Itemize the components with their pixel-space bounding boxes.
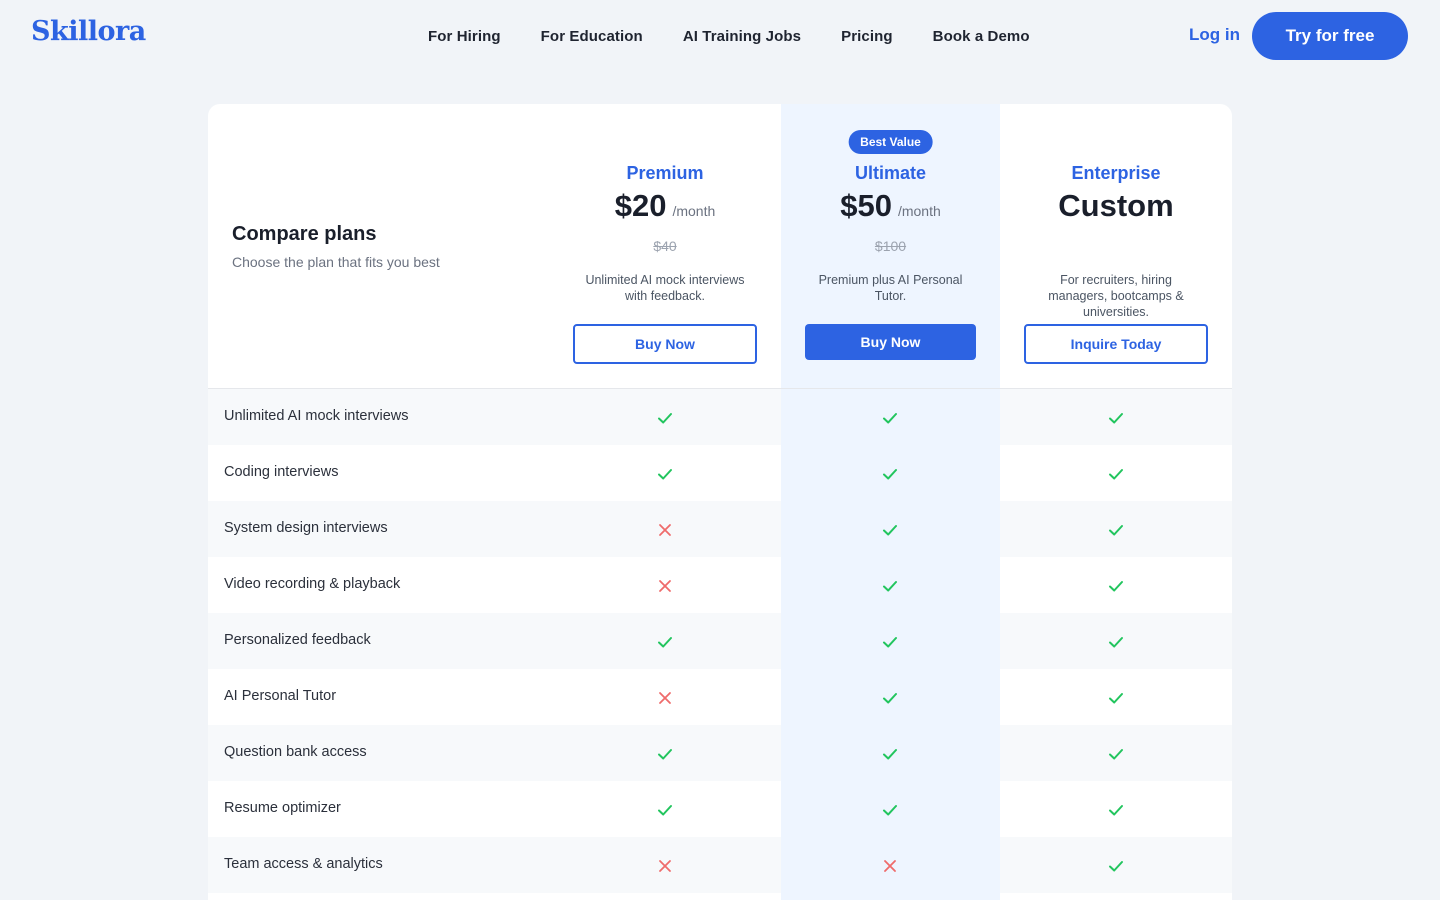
feature-label: Coding interviews xyxy=(224,464,339,480)
try-for-free-button[interactable]: Try for free xyxy=(1252,12,1408,60)
plan-price: $50 xyxy=(840,188,892,223)
nav-for-hiring[interactable]: For Hiring xyxy=(428,28,501,45)
pricing-comparison-card: Compare plans Choose the plan that fits … xyxy=(208,104,1232,900)
check-icon xyxy=(1107,801,1125,819)
old-price: $100 xyxy=(874,238,907,254)
x-icon xyxy=(656,689,674,707)
table-row: Coding interviews xyxy=(208,445,1232,501)
feature-label: Video recording & playback xyxy=(224,576,401,592)
table-row: System design interviews xyxy=(208,501,1232,557)
feature-label: Question bank access xyxy=(224,744,367,760)
table-row: AI Personal Tutor xyxy=(208,669,1232,725)
check-icon xyxy=(1107,745,1125,763)
check-icon xyxy=(881,409,899,427)
old-price: $40 xyxy=(653,238,677,254)
plan-ultimate: Best Value Ultimate $50 /month $100 Prem… xyxy=(805,104,976,389)
check-icon xyxy=(1107,689,1125,707)
check-icon xyxy=(881,745,899,763)
feature-label: Unlimited AI mock interviews xyxy=(224,408,409,424)
nav-for-education[interactable]: For Education xyxy=(541,28,643,45)
table-row: Unlimited AI mock interviews xyxy=(208,389,1232,445)
row-cell: Personalized feedback xyxy=(208,613,781,669)
nav-pricing[interactable]: Pricing xyxy=(841,28,893,45)
check-icon xyxy=(881,689,899,707)
nav-book-a-demo[interactable]: Book a Demo xyxy=(933,28,1030,45)
check-icon xyxy=(656,633,674,651)
row-cell: System design interviews xyxy=(208,501,781,557)
premium-buy-now-button[interactable]: Buy Now xyxy=(573,324,757,364)
compare-subtitle: Choose the plan that fits you best xyxy=(232,254,440,270)
row-cell: Unlimited AI mock interviews xyxy=(208,389,781,445)
price-row: Custom xyxy=(1024,188,1208,228)
row-cell: AI Personal Tutor xyxy=(208,669,781,725)
feature-label: Personalized feedback xyxy=(224,632,371,648)
row-cell: Resume optimizer xyxy=(208,781,781,837)
plan-description: Unlimited AI mock interviews with feedba… xyxy=(585,273,745,303)
feature-label: Resume optimizer xyxy=(224,800,341,816)
plans-header: Compare plans Choose the plan that fits … xyxy=(208,104,1232,389)
check-icon xyxy=(881,577,899,595)
check-icon xyxy=(656,745,674,763)
x-icon xyxy=(656,857,674,875)
inquire-today-button[interactable]: Inquire Today xyxy=(1024,324,1208,364)
feature-label: System design interviews xyxy=(224,520,388,536)
check-icon xyxy=(1107,633,1125,651)
x-icon xyxy=(881,857,899,875)
main-nav: For Hiring For Education AI Training Job… xyxy=(428,0,1070,72)
check-icon xyxy=(1107,577,1125,595)
x-icon xyxy=(656,577,674,595)
plan-description: For recruiters, hiring managers, bootcam… xyxy=(1048,273,1184,319)
price-row: $20 /month xyxy=(573,188,757,228)
table-row: Question bank access xyxy=(208,725,1232,781)
table-row: Team access & analytics xyxy=(208,837,1232,893)
logo[interactable]: Skillora xyxy=(31,16,146,47)
price-row: $50 /month xyxy=(805,188,976,228)
row-cell: Question bank access xyxy=(208,725,781,781)
top-navigation: Skillora For Hiring For Education AI Tra… xyxy=(0,0,1440,72)
check-icon xyxy=(1107,465,1125,483)
plan-name: Enterprise xyxy=(1071,163,1161,183)
row-cell: Coding interviews xyxy=(208,445,781,501)
check-icon xyxy=(1107,409,1125,427)
check-icon xyxy=(656,409,674,427)
plan-price: Custom xyxy=(1058,188,1174,223)
check-icon xyxy=(881,801,899,819)
best-value-badge: Best Value xyxy=(848,130,933,154)
row-cell: Team access & analytics xyxy=(208,837,781,893)
table-row: Resume optimizer xyxy=(208,781,1232,837)
row-cell: Video recording & playback xyxy=(208,557,781,613)
check-icon xyxy=(1107,521,1125,539)
compare-title: Compare plans xyxy=(232,223,377,245)
check-icon xyxy=(1107,857,1125,875)
check-icon xyxy=(656,465,674,483)
check-icon xyxy=(881,521,899,539)
table-row: Video recording & playback xyxy=(208,557,1232,613)
plan-premium: Premium $20 /month $40 Unlimited AI mock… xyxy=(573,104,757,389)
ultimate-buy-now-button[interactable]: Buy Now xyxy=(805,324,976,360)
check-icon xyxy=(656,801,674,819)
feature-label: AI Personal Tutor xyxy=(224,688,337,704)
price-period: /month xyxy=(672,203,716,219)
check-icon xyxy=(881,633,899,651)
login-link[interactable]: Log in xyxy=(1189,25,1240,45)
feature-label: Team access & analytics xyxy=(224,856,383,872)
feature-table: Unlimited AI mock interviews Coding inter… xyxy=(208,389,1232,893)
plan-name: Ultimate xyxy=(854,163,926,183)
price-period: /month xyxy=(897,203,941,219)
check-icon xyxy=(881,465,899,483)
plan-description: Premium plus AI Personal Tutor. xyxy=(818,273,963,303)
nav-ai-training-jobs[interactable]: AI Training Jobs xyxy=(683,28,801,45)
table-row: Personalized feedback xyxy=(208,613,1232,669)
plan-name: Premium xyxy=(626,163,704,183)
x-icon xyxy=(656,521,674,539)
plan-price: $20 xyxy=(614,188,667,223)
plan-enterprise: Enterprise Custom For recruiters, hiring… xyxy=(1024,104,1208,389)
